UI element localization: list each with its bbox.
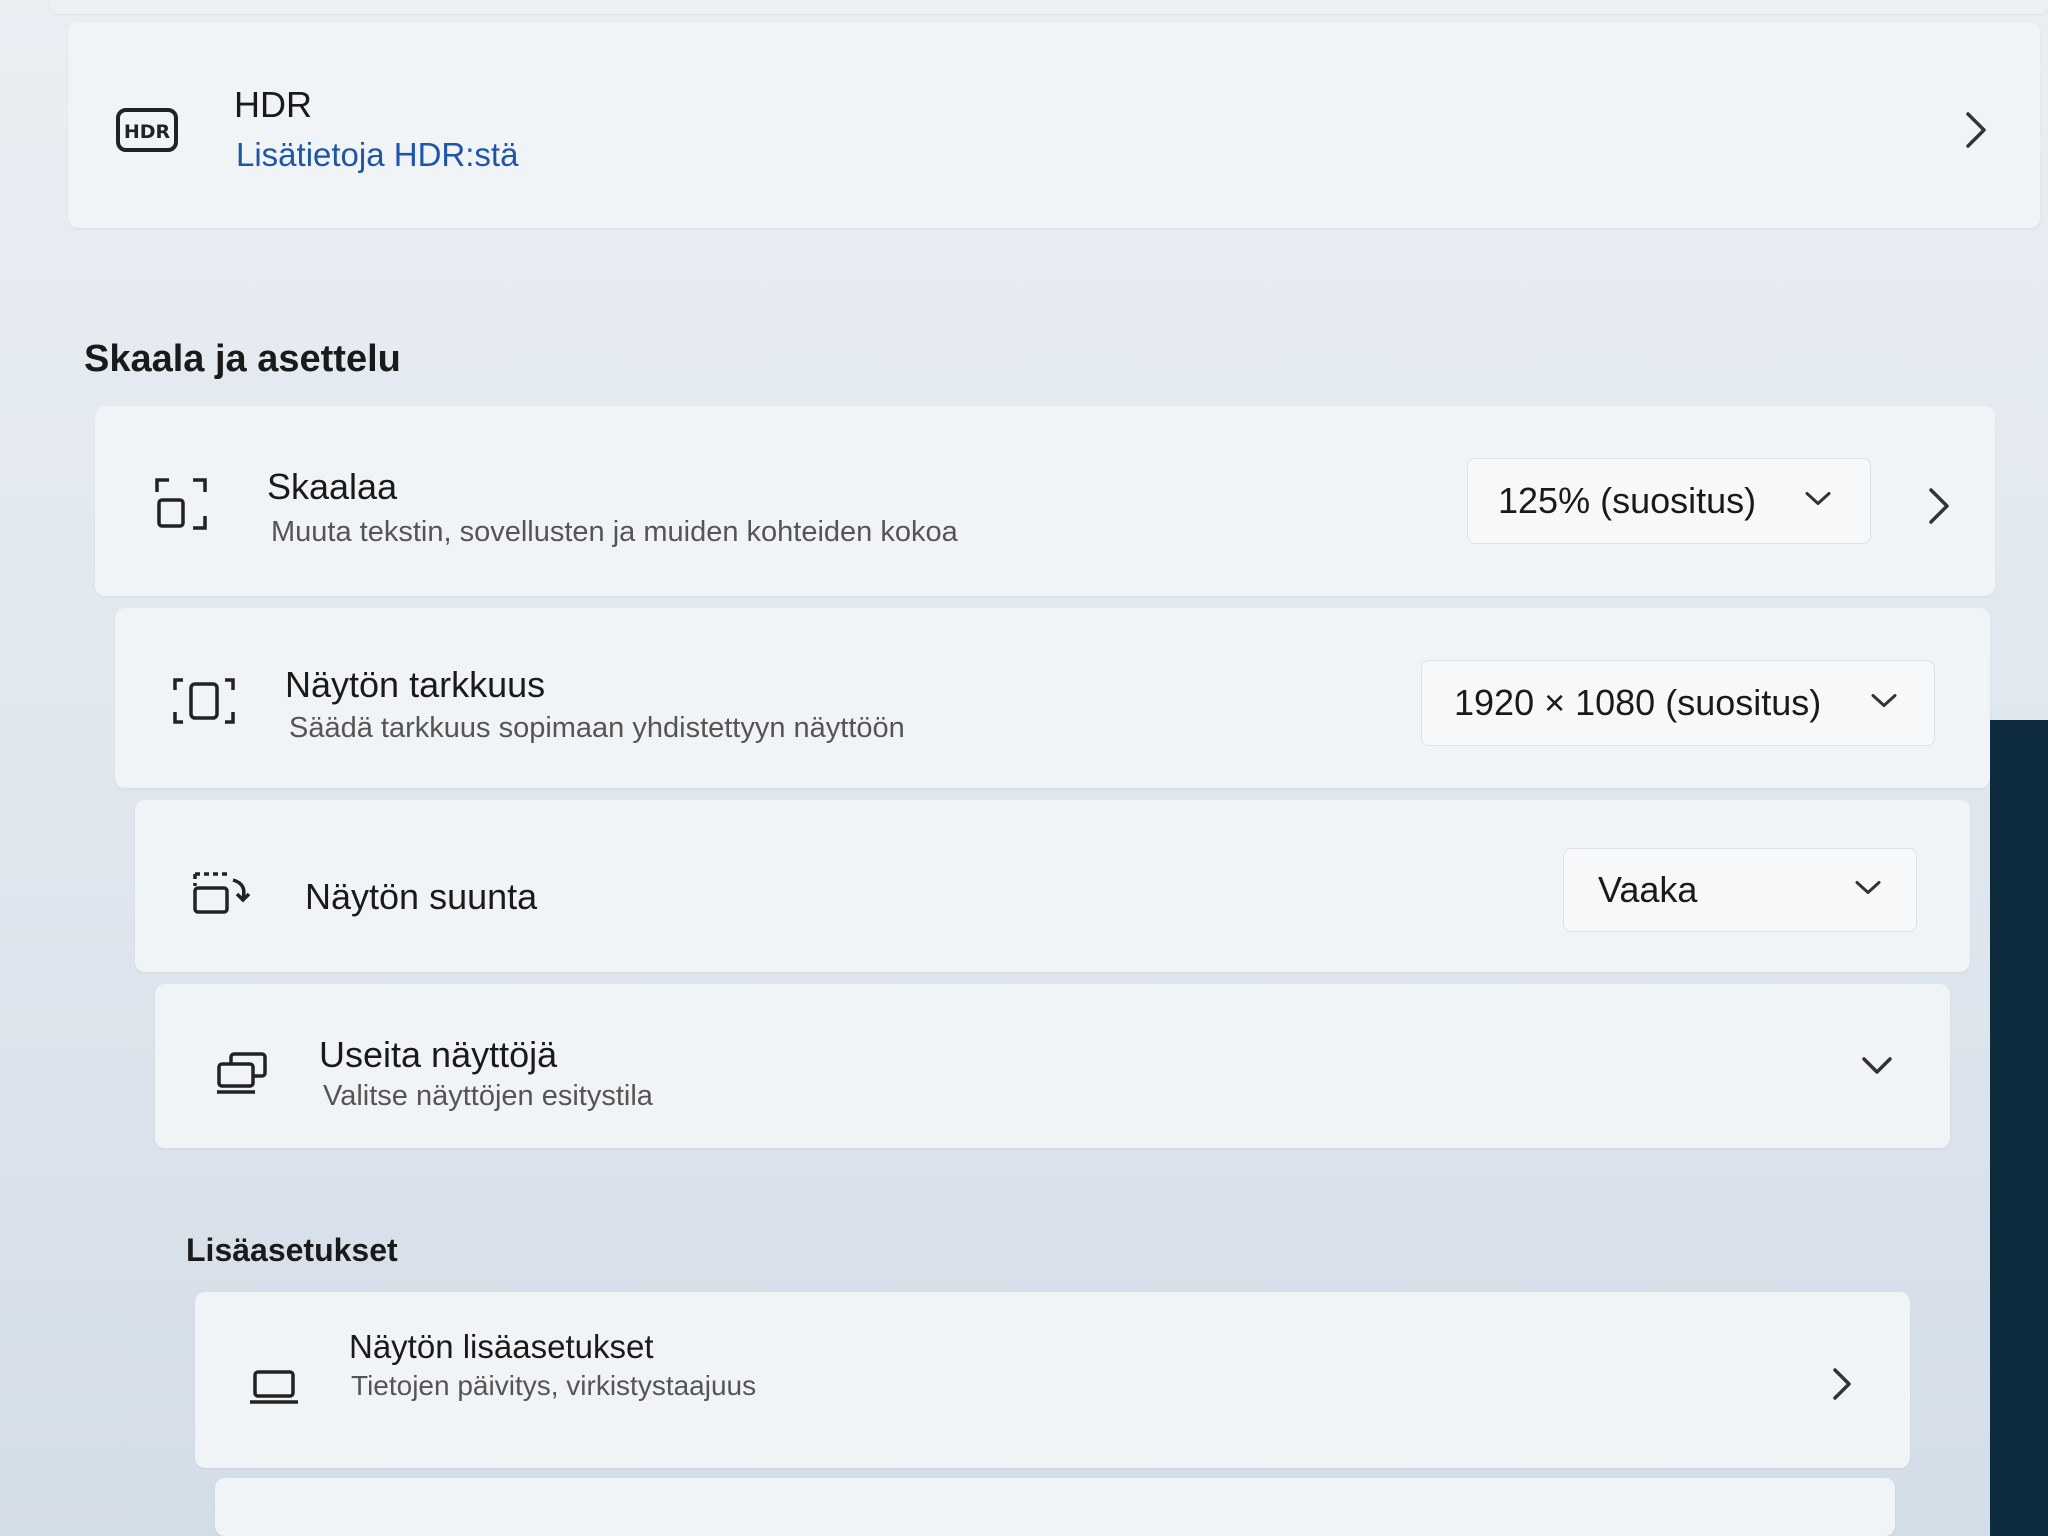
advanced-display-title: Näytön lisäasetukset: [349, 1328, 654, 1365]
resolution-title: Näytön tarkkuus: [285, 664, 546, 705]
svg-text:HDR: HDR: [124, 121, 171, 143]
scale-card[interactable]: Skaalaa Muuta tekstin, sovellusten ja mu…: [95, 406, 1995, 596]
orientation-card: Näytön suunta Vaaka: [135, 800, 1970, 972]
scale-title: Skaalaa: [267, 466, 398, 507]
chevron-down-icon: [1854, 880, 1882, 901]
chevron-right-icon: [1964, 110, 1988, 155]
chevron-down-icon: [1804, 491, 1832, 512]
resolution-card: Näytön tarkkuus Säädä tarkkuus sopimaan …: [115, 608, 1990, 788]
resolution-icon: [173, 678, 235, 729]
scale-open-chevron-right-icon[interactable]: [1927, 486, 1951, 531]
hdr-title: HDR: [234, 84, 312, 125]
advanced-display-card[interactable]: Näytön lisäasetukset Tietojen päivitys, …: [195, 1292, 1910, 1468]
orientation-dropdown[interactable]: Vaaka: [1563, 848, 1917, 932]
chevron-down-icon: [1870, 693, 1898, 714]
resolution-subtitle: Säädä tarkkuus sopimaan yhdistettyyn näy…: [289, 712, 905, 744]
chevron-down-icon[interactable]: [1861, 1056, 1893, 1081]
resolution-dropdown[interactable]: 1920 × 1080 (suositus): [1421, 660, 1935, 746]
multiple-displays-card[interactable]: Useita näyttöjä Valitse näyttöjen esitys…: [155, 984, 1950, 1148]
scale-dropdown-value: 125% (suositus): [1498, 480, 1757, 521]
multiple-displays-title: Useita näyttöjä: [319, 1034, 558, 1075]
orientation-title: Näytön suunta: [305, 876, 538, 917]
rotate-display-icon: [193, 870, 253, 919]
hdr-learn-more-link[interactable]: Lisätietoja HDR:stä: [236, 136, 518, 174]
scale-dropdown[interactable]: 125% (suositus): [1467, 458, 1871, 544]
section-heading-scale-layout: Skaala ja asettelu: [84, 338, 401, 380]
advanced-display-subtitle: Tietojen päivitys, virkistystaajuus: [351, 1370, 757, 1401]
resolution-dropdown-value: 1920 × 1080 (suositus): [1454, 682, 1822, 723]
multiple-displays-subtitle: Valitse näyttöjen esitystila: [323, 1080, 653, 1112]
laptop-icon: [249, 1370, 299, 1411]
hdr-icon: HDR: [116, 108, 178, 157]
next-card-edge: [215, 1478, 1895, 1536]
chevron-right-icon: [1831, 1366, 1853, 1407]
multiple-displays-icon: [215, 1052, 269, 1101]
scale-icon: [155, 478, 207, 535]
screen-bezel-edge: [1990, 720, 2048, 1536]
hdr-card[interactable]: HDR HDR Lisätietoja HDR:stä: [68, 22, 2040, 228]
previous-card-edge: [50, 0, 2048, 14]
section-heading-advanced: Lisäasetukset: [186, 1232, 398, 1268]
orientation-dropdown-value: Vaaka: [1598, 869, 1698, 910]
scale-subtitle: Muuta tekstin, sovellusten ja muiden koh…: [271, 516, 958, 548]
